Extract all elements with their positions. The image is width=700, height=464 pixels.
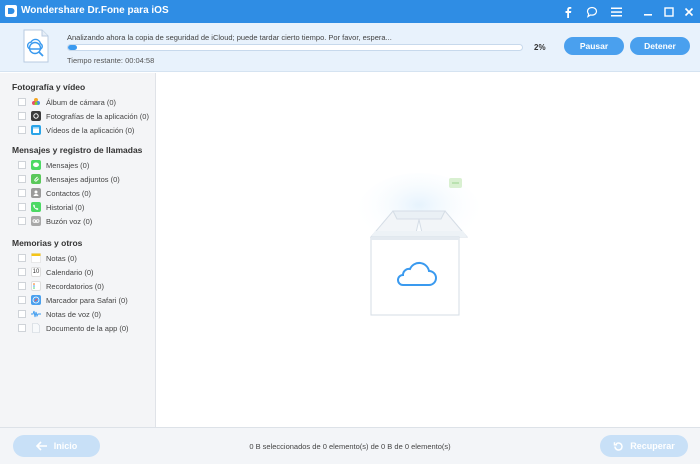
scan-progress-fill	[68, 45, 78, 50]
calendar-icon-day: 10	[32, 269, 40, 275]
icloud-backup-scan-icon	[23, 29, 49, 63]
maximize-icon[interactable]	[660, 3, 678, 20]
sidebar-item-contacts[interactable]: Contactos (0)	[18, 187, 91, 199]
close-icon[interactable]	[680, 3, 698, 20]
scan-progress-bar	[67, 44, 523, 51]
dr-fone-logo-icon	[5, 5, 17, 17]
sidebar-item-reminders[interactable]: Recordatorios (0)	[18, 280, 104, 292]
sidebar-item-call-history[interactable]: Historial (0)	[18, 201, 84, 213]
footer-bar: Inicio 0 B seleccionados de 0 elemento(s…	[0, 427, 700, 464]
checkbox[interactable]	[18, 254, 26, 262]
messages-icon	[31, 160, 41, 170]
sidebar-item-app-documents[interactable]: Documento de la app (0)	[18, 322, 129, 334]
facebook-icon[interactable]	[559, 3, 577, 20]
checkbox[interactable]	[18, 175, 26, 183]
attachment-icon	[31, 174, 41, 184]
document-icon	[31, 323, 41, 333]
clapper-icon	[31, 125, 41, 135]
category-sidebar: Fotografía y vídeo Álbum de cámara (0) F…	[0, 73, 156, 427]
sidebar-item-voicemail[interactable]: Buzón voz (0)	[18, 215, 92, 227]
icloud-box-illustration-icon	[357, 173, 481, 316]
checkbox[interactable]	[18, 217, 26, 225]
checkbox[interactable]	[18, 310, 26, 318]
camera-icon	[31, 111, 41, 121]
pause-button[interactable]: Pausar	[564, 37, 624, 55]
voice-memo-icon	[31, 309, 41, 319]
title-bar: Wondershare Dr.Fone para iOS	[0, 0, 700, 23]
photos-icon	[31, 97, 41, 107]
checkbox[interactable]	[18, 126, 26, 134]
section-title-photos: Fotografía y vídeo	[12, 82, 86, 92]
feedback-icon[interactable]	[583, 3, 601, 20]
window-title: Wondershare Dr.Fone para iOS	[21, 5, 169, 16]
scan-progress-panel: Analizando ahora la copia de seguridad d…	[0, 23, 700, 72]
minimize-icon[interactable]	[639, 3, 657, 20]
safari-icon	[31, 295, 41, 305]
recover-icon	[613, 441, 623, 451]
sidebar-item-app-videos[interactable]: Vídeos de la aplicación (0)	[18, 124, 134, 136]
checkbox[interactable]	[18, 161, 26, 169]
sidebar-item-message-attachments[interactable]: Mensajes adjuntos (0)	[18, 173, 120, 185]
sidebar-item-voice-memos[interactable]: Notas de voz (0)	[18, 308, 101, 320]
checkbox[interactable]	[18, 203, 26, 211]
sidebar-item-calendar[interactable]: 10 Calendario (0)	[18, 266, 94, 278]
checkbox[interactable]	[18, 268, 26, 276]
contacts-icon	[31, 188, 41, 198]
checkbox[interactable]	[18, 189, 26, 197]
scan-status-text: Analizando ahora la copia de seguridad d…	[67, 33, 392, 42]
voicemail-icon	[31, 216, 41, 226]
progress-percent: 2%	[534, 43, 546, 52]
sidebar-item-notes[interactable]: Notas (0)	[18, 252, 77, 264]
checkbox[interactable]	[18, 296, 26, 304]
sidebar-item-camera-roll[interactable]: Álbum de cámara (0)	[18, 96, 116, 108]
checkbox[interactable]	[18, 324, 26, 332]
section-title-memos: Memorias y otros	[12, 238, 83, 248]
notes-icon	[31, 253, 41, 263]
main-content-area	[157, 73, 700, 427]
recover-button-label: Recuperar	[630, 441, 675, 451]
recover-button[interactable]: Recuperar	[600, 435, 688, 457]
stop-button[interactable]: Detener	[630, 37, 690, 55]
selection-summary: 0 B seleccionados de 0 elemento(s) de 0 …	[249, 442, 451, 451]
sidebar-item-messages[interactable]: Mensajes (0)	[18, 159, 89, 171]
menu-icon[interactable]	[607, 3, 625, 20]
phone-icon	[31, 202, 41, 212]
sidebar-item-safari-bookmarks[interactable]: Marcador para Safari (0)	[18, 294, 128, 306]
checkbox[interactable]	[18, 282, 26, 290]
time-remaining: Tiempo restante: 00:04:58	[67, 56, 155, 65]
section-title-messages: Mensajes y registro de llamadas	[12, 145, 143, 155]
reminders-icon	[31, 281, 41, 291]
calendar-icon: 10	[31, 267, 41, 277]
sidebar-item-app-photos[interactable]: Fotografías de la aplicación (0)	[18, 110, 149, 122]
checkbox[interactable]	[18, 112, 26, 120]
checkbox[interactable]	[18, 98, 26, 106]
